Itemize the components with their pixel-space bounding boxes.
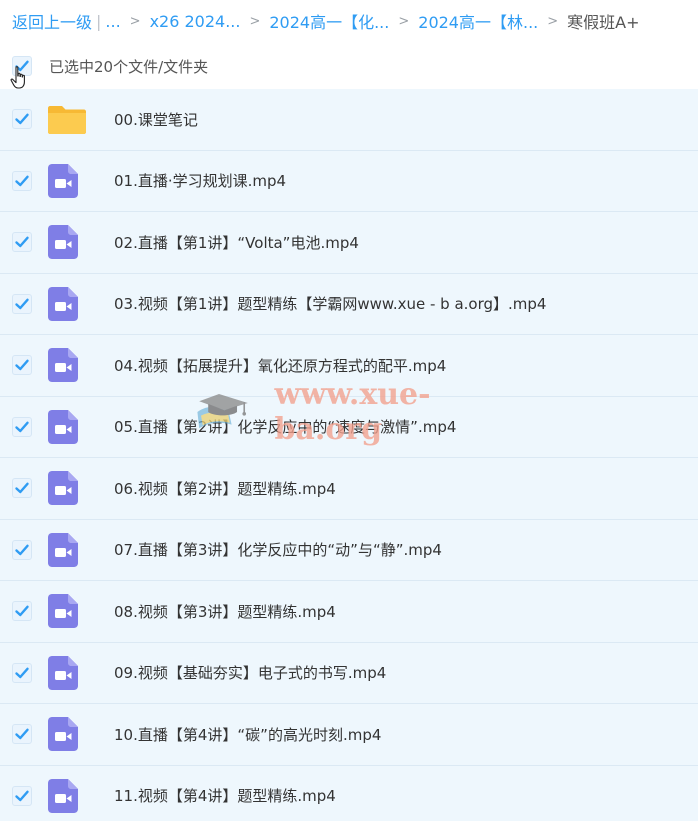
file-name[interactable]: 00.课堂笔记 <box>114 109 198 130</box>
checkmark-icon <box>15 421 29 432</box>
checkmark-icon <box>15 236 29 248</box>
row-checkbox[interactable] <box>12 232 32 253</box>
file-row[interactable]: 04.视频【拓展提升】氧化还原方程式的配平.mp4 <box>0 335 698 397</box>
file-type-icon-cell <box>48 471 104 506</box>
file-name[interactable]: 03.视频【第1讲】题型精练【学霸网www.xue - b a.org】.mp4 <box>114 293 546 314</box>
video-file-icon <box>48 717 78 752</box>
file-row[interactable]: 03.视频【第1讲】题型精练【学霸网www.xue - b a.org】.mp4 <box>0 273 698 335</box>
file-name[interactable]: 08.视频【第3讲】题型精练.mp4 <box>114 601 336 622</box>
checkmark-icon <box>15 482 29 494</box>
breadcrumb-item-3[interactable]: 2024高一【林... <box>418 9 538 33</box>
file-name[interactable]: 10.直播【第4讲】“碳”的高光时刻.mp4 <box>114 724 381 745</box>
video-file-icon <box>48 655 78 690</box>
file-name[interactable]: 11.视频【第4讲】题型精练.mp4 <box>114 785 336 806</box>
file-name[interactable]: 01.直播·学习规划课.mp4 <box>114 170 286 191</box>
checkmark-icon <box>15 359 29 371</box>
file-type-icon-cell <box>48 286 104 321</box>
checkmark-icon <box>15 605 29 617</box>
video-file-icon <box>48 471 78 506</box>
file-row[interactable]: 05.直播【第2讲】化学反应中的“速度与激情”.mp4 <box>0 396 698 458</box>
row-checkbox[interactable] <box>12 170 32 191</box>
chevron-right-icon: > <box>249 13 261 29</box>
file-name[interactable]: 05.直播【第2讲】化学反应中的“速度与激情”.mp4 <box>114 416 456 437</box>
checkmark-icon <box>15 544 29 555</box>
row-checkbox[interactable] <box>12 293 32 314</box>
file-name[interactable]: 04.视频【拓展提升】氧化还原方程式的配平.mp4 <box>114 355 446 376</box>
file-row[interactable]: 08.视频【第3讲】题型精练.mp4 <box>0 581 698 643</box>
file-type-icon-cell <box>48 163 104 198</box>
row-checkbox[interactable] <box>12 601 32 622</box>
hand-cursor-icon <box>10 66 25 89</box>
checkmark-icon <box>15 175 29 186</box>
breadcrumb-item-1[interactable]: x26 2024... <box>150 12 241 31</box>
file-type-icon-cell <box>48 225 104 260</box>
chevron-right-icon: > <box>547 13 559 29</box>
selection-summary: 已选中20个文件/文件夹 <box>49 57 209 76</box>
breadcrumb-ellipsis[interactable]: ... <box>105 12 120 31</box>
file-row[interactable]: 07.直播【第3讲】化学反应中的“动”与“静”.mp4 <box>0 519 698 581</box>
video-file-icon <box>48 532 78 567</box>
file-type-icon-cell <box>48 409 104 444</box>
breadcrumb: 返回上一级 | ... > x26 2024... > 2024高一【化... … <box>0 0 698 42</box>
file-type-icon-cell <box>48 348 104 383</box>
breadcrumb-current: 寒假班A+ <box>567 13 640 32</box>
file-name[interactable]: 02.直播【第1讲】“Volta”电池.mp4 <box>114 232 359 253</box>
file-row[interactable]: 02.直播【第1讲】“Volta”电池.mp4 <box>0 212 698 274</box>
checkmark-icon <box>15 728 29 740</box>
file-type-icon-cell <box>48 655 104 690</box>
file-name[interactable]: 09.视频【基础夯实】电子式的书写.mp4 <box>114 662 386 683</box>
video-file-icon <box>48 163 78 198</box>
file-name[interactable]: 06.视频【第2讲】题型精练.mp4 <box>114 478 336 499</box>
selection-header: 已选中20个文件/文件夹 <box>0 48 698 84</box>
row-checkbox[interactable] <box>12 662 32 683</box>
file-row[interactable]: 06.视频【第2讲】题型精练.mp4 <box>0 458 698 520</box>
breadcrumb-divider: | <box>96 11 102 31</box>
file-type-icon-cell <box>48 532 104 567</box>
video-file-icon <box>48 409 78 444</box>
chevron-right-icon: > <box>129 13 141 29</box>
video-file-icon <box>48 594 78 629</box>
breadcrumb-item-2[interactable]: 2024高一【化... <box>269 9 389 33</box>
chevron-right-icon: > <box>398 13 410 29</box>
checkmark-icon <box>15 790 29 801</box>
back-link[interactable]: 返回上一级 <box>12 9 92 33</box>
file-row[interactable]: 11.视频【第4讲】题型精练.mp4 <box>0 765 698 821</box>
file-list: 00.课堂笔记 01.直播·学习规划课.mp4 02.直播【第1讲】“Volta”电… <box>0 89 698 821</box>
video-file-icon <box>48 225 78 260</box>
file-row[interactable]: 01.直播·学习规划课.mp4 <box>0 150 698 212</box>
file-browser: 返回上一级 | ... > x26 2024... > 2024高一【化... … <box>0 0 698 821</box>
row-checkbox[interactable] <box>12 539 32 560</box>
checkmark-icon <box>15 298 29 309</box>
checkmark-icon <box>15 113 29 125</box>
file-row[interactable]: 09.视频【基础夯实】电子式的书写.mp4 <box>0 642 698 704</box>
file-type-icon-cell <box>48 717 104 752</box>
video-file-icon <box>48 348 78 383</box>
video-file-icon <box>48 778 78 813</box>
file-name[interactable]: 07.直播【第3讲】化学反应中的“动”与“静”.mp4 <box>114 539 442 560</box>
checkmark-icon <box>15 667 29 678</box>
row-checkbox[interactable] <box>12 416 32 437</box>
file-type-icon-cell <box>48 594 104 629</box>
folder-row[interactable]: 00.课堂笔记 <box>0 89 698 151</box>
row-checkbox[interactable] <box>12 109 32 130</box>
video-file-icon <box>48 286 78 321</box>
file-type-icon-cell <box>48 778 104 813</box>
file-type-icon-cell <box>48 104 104 135</box>
file-row[interactable]: 10.直播【第4讲】“碳”的高光时刻.mp4 <box>0 704 698 766</box>
row-checkbox[interactable] <box>12 355 32 376</box>
row-checkbox[interactable] <box>12 785 32 806</box>
folder-icon <box>48 106 86 135</box>
row-checkbox[interactable] <box>12 724 32 745</box>
row-checkbox[interactable] <box>12 478 32 499</box>
